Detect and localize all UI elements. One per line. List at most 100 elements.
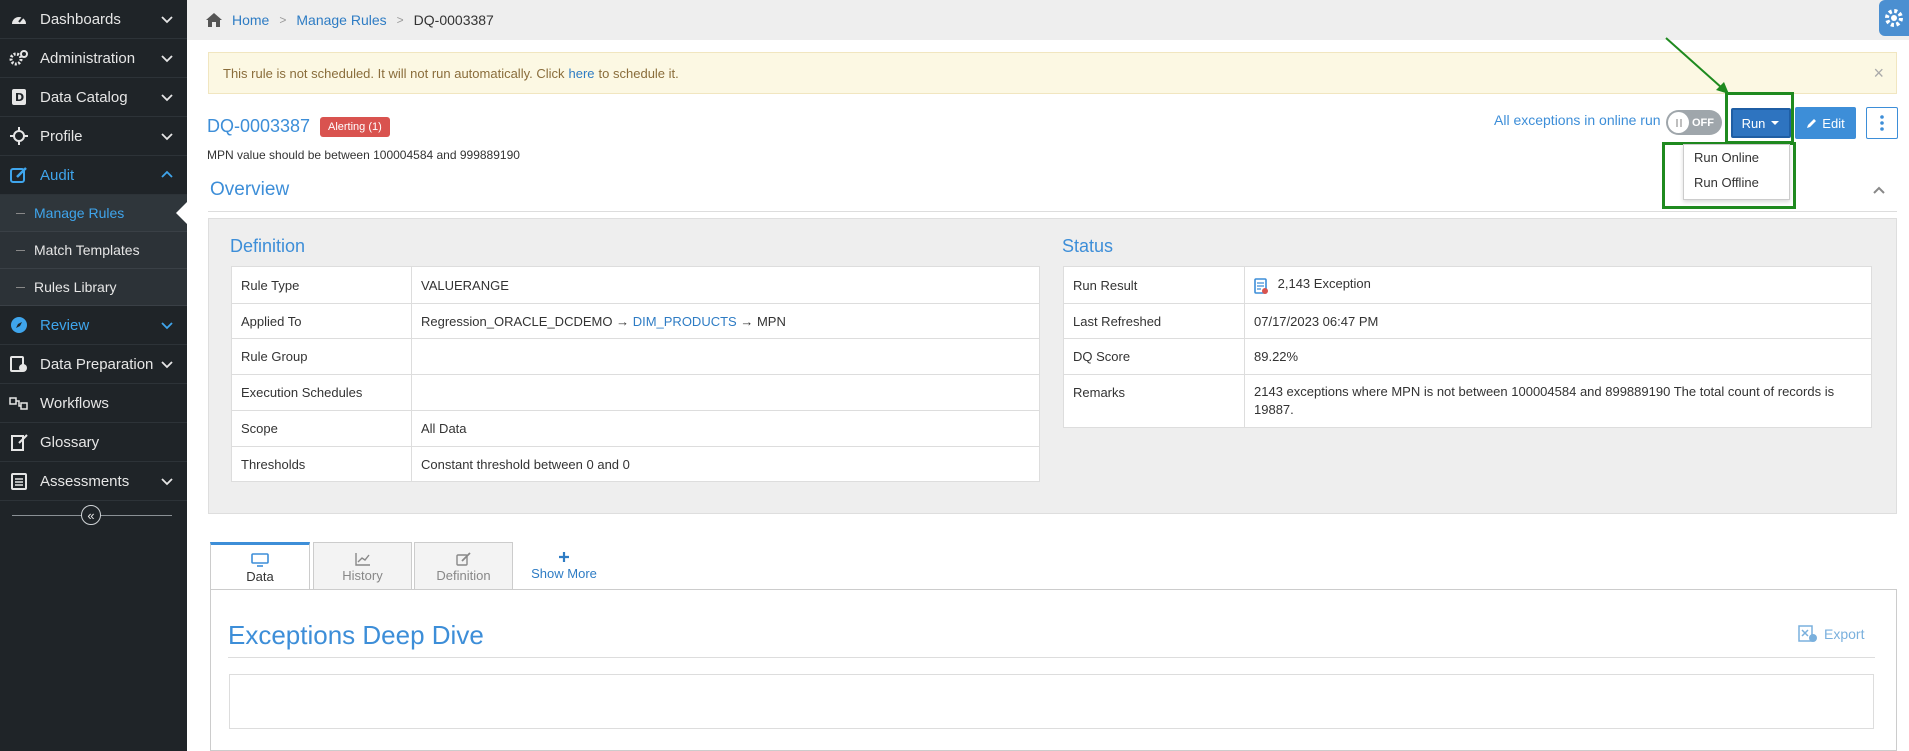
table-row: Execution Schedules xyxy=(231,374,1040,411)
crosshair-icon xyxy=(8,125,30,147)
double-chevron-left-icon: « xyxy=(87,507,95,523)
sidebar-subitem-rules-library[interactable]: Rules Library xyxy=(0,269,187,306)
sidebar-item-glossary[interactable]: Glossary xyxy=(0,423,187,462)
divider xyxy=(228,657,1875,658)
table-row: DQ Score 89.22% xyxy=(1063,338,1872,375)
definition-table: Rule Type VALUERANGE Applied To Regressi… xyxy=(231,266,1040,482)
rule-group-label: Rule Group xyxy=(231,338,412,375)
online-run-toggle[interactable]: OFF xyxy=(1666,110,1722,135)
sidebar-item-label: Data Preparation xyxy=(40,355,154,373)
run-result-value: 2,143 Exception xyxy=(1244,266,1872,304)
chevron-down-icon xyxy=(161,94,173,102)
menu-item-run-online[interactable]: Run Online xyxy=(1684,145,1789,170)
sidebar-subitem-match-templates[interactable]: Match Templates xyxy=(0,232,187,269)
rule-description: MPN value should be between 100004584 an… xyxy=(207,148,520,162)
tab-data[interactable]: Data xyxy=(210,542,310,590)
table-row: Run Result 2,143 Exception xyxy=(1063,266,1872,304)
edit-icon xyxy=(455,551,472,567)
tab-definition[interactable]: Definition xyxy=(414,542,513,590)
breadcrumb: Home > Manage Rules > DQ-0003387 xyxy=(187,0,1909,40)
breadcrumb-separator-icon: > xyxy=(279,13,287,27)
sidebar-item-administration[interactable]: Administration xyxy=(0,39,187,78)
run-result-label: Run Result xyxy=(1063,266,1245,304)
alerting-badge[interactable]: Alerting (1) xyxy=(320,117,390,137)
sidebar-item-review[interactable]: Review xyxy=(0,306,187,345)
table-row: Thresholds Constant threshold between 0 … xyxy=(231,446,1040,482)
export-label: Export xyxy=(1824,626,1865,642)
rule-group-value xyxy=(411,338,1040,375)
more-options-button[interactable] xyxy=(1866,107,1898,139)
tab-label: History xyxy=(342,567,383,583)
sidebar-item-profile[interactable]: Profile xyxy=(0,117,187,156)
sidebar-item-audit[interactable]: Audit xyxy=(0,156,187,195)
chevron-up-icon[interactable] xyxy=(1871,182,1887,198)
compass-icon xyxy=(8,314,30,336)
schedule-link[interactable]: here xyxy=(569,66,595,81)
breadcrumb-current: DQ-0003387 xyxy=(413,12,494,28)
status-title: Status xyxy=(1062,236,1114,256)
sidebar-subitem-label: Manage Rules xyxy=(34,205,125,221)
breadcrumb-separator-icon: > xyxy=(396,13,404,27)
run-dropdown-menu: Run Online Run Offline xyxy=(1683,144,1790,200)
overview-title: Overview xyxy=(210,179,290,200)
rule-id-title: DQ-0003387 xyxy=(207,116,311,136)
tab-label: Data xyxy=(246,568,274,584)
sidebar-item-label: Review xyxy=(40,316,90,334)
sidebar-item-data-preparation[interactable]: Data Preparation xyxy=(0,345,187,384)
line-chart-icon xyxy=(354,551,371,567)
breadcrumb-home-link[interactable]: Home xyxy=(232,12,269,28)
tab-history[interactable]: History xyxy=(313,542,412,590)
show-more-button[interactable]: Show More xyxy=(528,542,600,590)
scope-value: All Data xyxy=(411,410,1040,447)
edit-square-icon xyxy=(8,164,30,186)
remarks-value: 2143 exceptions where MPN is not between… xyxy=(1244,374,1872,428)
home-icon[interactable] xyxy=(205,12,223,28)
run-button-label: Run xyxy=(1741,115,1766,131)
table-row: Applied To Regression_ORACLE_DCDEMO → DI… xyxy=(231,303,1040,339)
applied-source: Regression_ORACLE_DCDEMO xyxy=(421,313,613,329)
export-button[interactable]: Export xyxy=(1798,625,1864,643)
svg-text:D: D xyxy=(15,91,24,104)
toggle-knob xyxy=(1668,112,1689,133)
run-button[interactable]: Run xyxy=(1731,108,1791,138)
menu-item-run-offline[interactable]: Run Offline xyxy=(1684,170,1789,195)
applied-table-link[interactable]: DIM_PRODUCTS xyxy=(633,314,737,329)
chevron-down-icon xyxy=(161,478,173,486)
schedule-alert: This rule is not scheduled. It will not … xyxy=(208,52,1897,94)
gear-icon xyxy=(1885,9,1903,27)
exceptions-grid-placeholder xyxy=(229,674,1874,729)
table-row: Rule Group xyxy=(231,338,1040,375)
sidebar-item-workflows[interactable]: Workflows xyxy=(0,384,187,423)
sidebar-subitem-label: Match Templates xyxy=(34,242,140,258)
sidebar-item-assessments[interactable]: Assessments xyxy=(0,462,187,501)
gears-icon xyxy=(8,47,30,69)
data-icon xyxy=(251,552,269,568)
breadcrumb-manage-rules-link[interactable]: Manage Rules xyxy=(296,12,386,28)
execution-schedules-value xyxy=(411,374,1040,411)
chevron-down-icon xyxy=(161,16,173,24)
sidebar-subitem-manage-rules[interactable]: Manage Rules xyxy=(0,195,188,232)
table-row: Scope All Data xyxy=(231,410,1040,447)
arrow-right-icon: → xyxy=(616,313,630,329)
rule-type-label: Rule Type xyxy=(231,266,412,304)
run-result-count[interactable]: 2,143 xyxy=(1278,276,1311,291)
run-result-text: Exception xyxy=(1313,276,1371,292)
edit-button[interactable]: Edit xyxy=(1795,107,1856,139)
remarks-label: Remarks xyxy=(1063,374,1245,428)
sidebar-subitem-label: Rules Library xyxy=(34,279,117,295)
chevron-down-icon xyxy=(161,361,173,369)
annotation-arrow-icon xyxy=(1665,37,1729,94)
close-icon[interactable]: × xyxy=(1873,63,1884,84)
exception-clipboard-icon xyxy=(1254,277,1268,294)
pencil-icon xyxy=(1807,119,1817,128)
sidebar-collapse: « xyxy=(12,504,172,526)
alert-text-after: to schedule it. xyxy=(598,65,679,81)
sidebar-item-data-catalog[interactable]: D Data Catalog xyxy=(0,78,187,117)
sidebar-item-label: Data Catalog xyxy=(40,88,128,106)
thresholds-label: Thresholds xyxy=(231,446,412,482)
edit-button-label: Edit xyxy=(1822,115,1845,131)
chevron-down-icon xyxy=(161,133,173,141)
collapse-sidebar-button[interactable]: « xyxy=(81,505,101,525)
sidebar-item-dashboards[interactable]: Dashboards xyxy=(0,0,187,39)
settings-button[interactable] xyxy=(1879,0,1909,36)
